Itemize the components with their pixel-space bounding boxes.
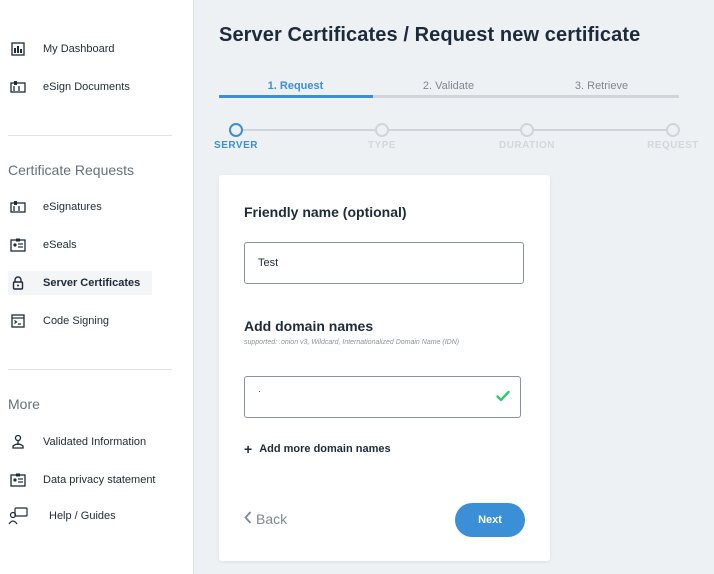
- domain-names-heading: Add domain names: [244, 318, 374, 334]
- tab-retrieve[interactable]: 3. Retrieve: [525, 80, 678, 92]
- check-icon: [496, 390, 510, 405]
- sidebar-item-label: My Dashboard: [43, 43, 115, 55]
- add-more-label: Add more domain names: [259, 443, 391, 455]
- sidebar-item-label: eSign Documents: [43, 81, 130, 93]
- domain-name-input[interactable]: ·: [244, 376, 521, 418]
- step-connector: [389, 129, 520, 131]
- code-signing-icon: [8, 311, 28, 331]
- sidebar-item-eseals[interactable]: eSeals: [8, 233, 77, 257]
- esignatures-icon: [8, 197, 28, 217]
- step-label-server: SERVER: [214, 140, 258, 151]
- back-label: Back: [256, 511, 288, 527]
- sidebar-item-code-signing[interactable]: Code Signing: [8, 309, 109, 333]
- tab-active-indicator: [219, 95, 373, 98]
- lock-icon: [8, 273, 28, 293]
- help-icon: [8, 506, 28, 526]
- step-label-request: REQUEST: [647, 140, 699, 151]
- step-connector: [534, 129, 666, 131]
- sidebar-item-server-certificates[interactable]: Server Certificates: [8, 271, 153, 295]
- divider: [8, 135, 172, 136]
- sidebar-item-label: Data privacy statement: [43, 474, 156, 486]
- sidebar-item-label: eSignatures: [43, 201, 102, 213]
- tab-validate[interactable]: 2. Validate: [372, 80, 525, 92]
- friendly-name-input[interactable]: Test: [244, 242, 524, 284]
- stepper: SERVER TYPE DURATION REQUEST: [214, 122, 699, 162]
- next-button[interactable]: Next: [455, 503, 525, 537]
- sidebar-item-esignatures[interactable]: eSignatures: [8, 195, 102, 219]
- sidebar-item-data-privacy[interactable]: Data privacy statement: [8, 468, 156, 492]
- section-title-more: More: [8, 396, 40, 412]
- plus-icon: +: [244, 441, 253, 457]
- eseals-icon: [8, 235, 28, 255]
- sidebar-item-label: Validated Information: [43, 436, 147, 448]
- domain-hint: supported: .onion v3, Wildcard, Internat…: [244, 339, 460, 346]
- add-more-domains-button[interactable]: + Add more domain names: [244, 442, 391, 456]
- esign-documents-icon: [8, 77, 28, 97]
- section-title-certificate-requests: Certificate Requests: [8, 162, 135, 178]
- privacy-icon: [8, 470, 28, 490]
- dashboard-icon: [8, 39, 28, 59]
- progress-tabs: 1. Request 2. Validate 3. Retrieve: [219, 80, 679, 98]
- sidebar-item-dashboard[interactable]: My Dashboard: [8, 37, 115, 61]
- step-connector: [243, 129, 375, 131]
- friendly-name-heading: Friendly name (optional): [244, 204, 407, 220]
- chevron-left-icon: [244, 511, 252, 527]
- validated-info-icon: [8, 432, 28, 452]
- sidebar-item-esign-documents[interactable]: eSign Documents: [8, 75, 130, 99]
- step-label-duration: DURATION: [498, 140, 556, 151]
- step-dot-request: [666, 123, 680, 137]
- back-button[interactable]: Back: [244, 511, 287, 527]
- sidebar-item-label: Code Signing: [43, 315, 110, 327]
- sidebar: My Dashboard eSign Documents Certificate…: [0, 0, 194, 574]
- step-label-type: TYPE: [367, 140, 397, 151]
- divider: [8, 369, 172, 370]
- tab-request[interactable]: 1. Request: [219, 80, 372, 92]
- step-dot-duration: [520, 123, 534, 137]
- page-title: Server Certificates / Request new certif…: [219, 24, 641, 46]
- step-dot-type: [375, 123, 389, 137]
- sidebar-item-label: eSeals: [43, 239, 77, 251]
- sidebar-item-label: Server Certificates: [43, 277, 141, 289]
- step-dot-server: [229, 123, 243, 137]
- friendly-name-value: Test: [258, 257, 279, 269]
- sidebar-item-label: Help / Guides: [49, 510, 116, 522]
- domain-name-value: ·: [258, 386, 261, 396]
- request-form-card: Friendly name (optional) Test Add domain…: [219, 175, 550, 561]
- sidebar-item-validated-information[interactable]: Validated Information: [8, 430, 146, 454]
- sidebar-item-help-guides[interactable]: Help / Guides: [8, 504, 116, 528]
